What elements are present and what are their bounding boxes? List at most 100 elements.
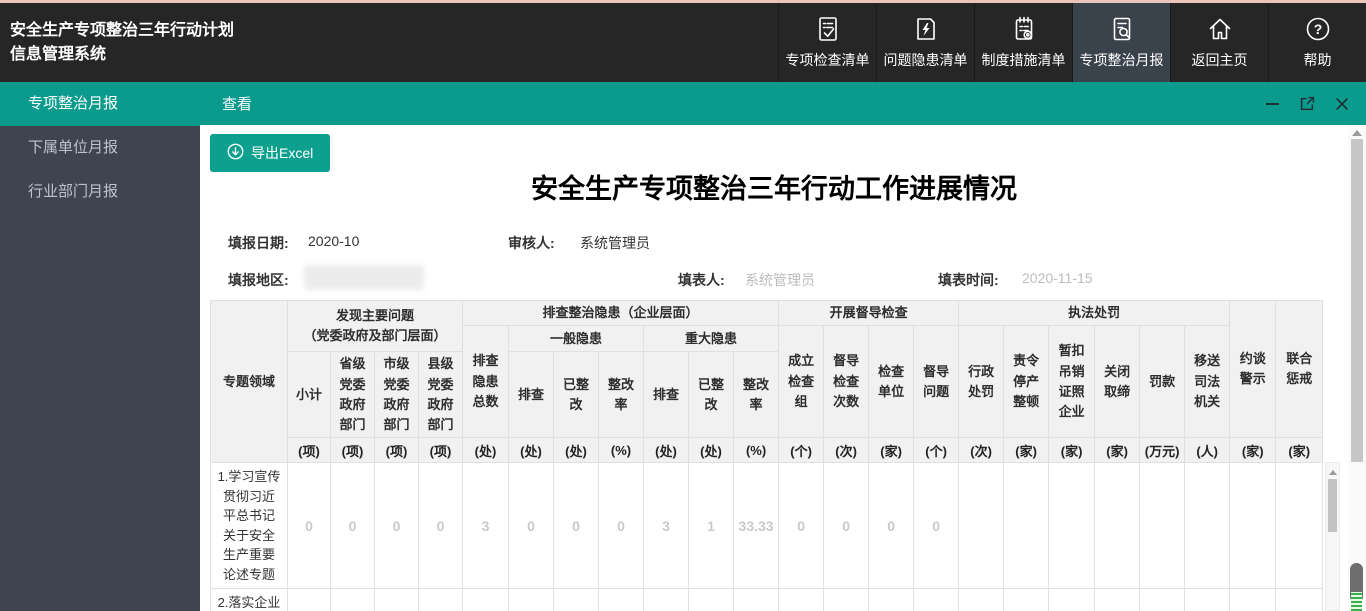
unit-cell: (处) [644,438,689,463]
value-cell [959,463,1004,589]
col-header-shutdown: 关闭 取缔 [1095,326,1140,438]
col-header-order-stop: 责令 停产 整顿 [1004,326,1049,438]
unit-cell: (处) [689,438,734,463]
tab-bar: 查看 [200,82,1366,125]
nav-item-monthly-report[interactable]: 专项整治月报 [1072,3,1170,82]
group-header-general-hidden: 一般隐患 [509,326,644,352]
download-circle-icon [227,143,244,163]
value-cell: 0 [869,463,914,589]
value-cell: 1 [689,463,734,589]
fill-date-value: 2020-10 [308,233,359,249]
unit-cell: (家) [869,438,914,463]
unit-cell: (个) [914,438,959,463]
reviewer-label: 审核人: [508,233,555,253]
nav-item-hazard-list[interactable]: 问题隐患清单 [876,3,974,82]
app-window: 安全生产专项整治三年行动计划 信息管理系统 专项检查清单 [0,0,1366,611]
unit-cell: (项) [288,438,331,463]
unit-cell: (项) [331,438,375,463]
minimize-icon[interactable] [1264,96,1280,112]
value-cell [1185,463,1230,589]
scroll-up-arrow-icon[interactable] [1329,470,1337,475]
sidebar-item-industry-departments[interactable]: 行业部门月报 [0,170,200,214]
col-header-suspend-license: 暂扣 吊销 证照 企业 [1049,326,1095,438]
nav-item-home[interactable]: 返回主页 [1170,3,1268,82]
col-header-city: 市级 党委 政府 部门 [375,352,419,438]
col-header-supervise-times: 督导 检查 次数 [824,326,869,438]
scroll-up-arrow-icon[interactable] [1352,130,1362,136]
unit-cell: (%) [599,438,644,463]
window-controls [1264,96,1366,112]
unit-cell: (次) [824,438,869,463]
filler-value: 系统管理员 [745,270,815,290]
hazard-list-icon [912,15,940,43]
filler-label: 填表人: [678,270,725,290]
col-header-interview-warning: 约谈 警示 [1230,301,1276,438]
value-cell [644,589,689,611]
measures-list-icon [1010,15,1038,43]
value-cell: 0 [509,463,554,589]
value-cell [1095,589,1140,611]
app-header: 安全生产专项整治三年行动计划 信息管理系统 专项检查清单 [0,3,1366,82]
value-cell [288,589,331,611]
value-cell [1004,463,1049,589]
header-nav: 专项检查清单 问题隐患清单 [778,3,1366,82]
table-scrollbar[interactable] [1325,462,1340,611]
nav-item-measures-list[interactable]: 制度措施清单 [974,3,1072,82]
value-cell [734,589,779,611]
reviewer-value: 系统管理员 [580,233,650,253]
col-header-setup-team: 成立 检查 组 [779,326,824,438]
value-cell: 3 [463,463,509,589]
value-cell [1095,463,1140,589]
inspection-list-icon [814,15,842,43]
unit-cell: (次) [959,438,1004,463]
unit-cell: (处) [554,438,599,463]
region-value-redacted [304,265,424,290]
region-label: 填报地区: [228,270,289,290]
monthly-report-icon [1108,15,1136,43]
close-icon[interactable] [1334,96,1350,112]
value-cell [331,589,375,611]
app-title: 安全生产专项整治三年行动计划 信息管理系统 [0,19,234,67]
restore-icon[interactable] [1299,96,1315,112]
panel-scrollbar-thumb[interactable] [1351,139,1363,462]
unit-cell: (万元) [1140,438,1185,463]
nav-item-label: 返回主页 [1192,50,1248,70]
report-title: 安全生产专项整治三年行动工作进展情况 [200,167,1348,206]
value-cell [554,589,599,611]
sidebar-item-monthly-report[interactable]: 专项整治月报 [0,82,200,126]
cursor-artifact-stripes [1351,592,1362,611]
tab-view[interactable]: 查看 [200,93,252,114]
value-cell: 0 [375,463,419,589]
group-header-hidden-dangers: 排查整治隐患（企业层面） [463,301,779,326]
col-header-joint-punishment: 联合 惩戒 [1276,301,1323,438]
table-scrollbar-thumb[interactable] [1328,479,1337,532]
value-cell [1185,589,1230,611]
value-cell [1004,589,1049,611]
panel-scrollbar[interactable] [1348,125,1366,611]
unit-cell: (项) [419,438,463,463]
fill-time-value: 2020-11-15 [1022,270,1093,286]
table-row: 1.学习宣传 贯彻习近 平总书记 关于安全 生产重要 论述专题000030003… [211,463,1323,589]
export-excel-label: 导出Excel [251,143,313,163]
sidebar: 专项整治月报 下属单位月报 行业部门月报 [0,82,200,611]
value-cell [1276,589,1323,611]
help-icon: ? [1304,15,1332,43]
value-cell: 0 [554,463,599,589]
col-header-province: 省级 党委 政府 部门 [331,352,375,438]
unit-cell: (%) [734,438,779,463]
nav-item-help[interactable]: ? 帮助 [1268,3,1366,82]
table-header: 专题领域 发现主要问题 （党委政府及部门层面） 排查整治隐患（企业层面） 开展督… [211,301,1323,463]
nav-item-label: 专项整治月报 [1080,50,1164,70]
col-header-admin-penalty: 行政 处罚 [959,326,1004,438]
unit-cell: (处) [509,438,554,463]
value-cell: 0 [599,463,644,589]
sidebar-item-subordinate-units[interactable]: 下属单位月报 [0,126,200,170]
value-cell [824,589,869,611]
value-cell [1049,589,1095,611]
nav-item-label: 帮助 [1304,50,1332,70]
value-cell [599,589,644,611]
value-cell [463,589,509,611]
nav-item-inspection-list[interactable]: 专项检查清单 [778,3,876,82]
value-cell [1140,589,1185,611]
value-cell: 0 [779,463,824,589]
